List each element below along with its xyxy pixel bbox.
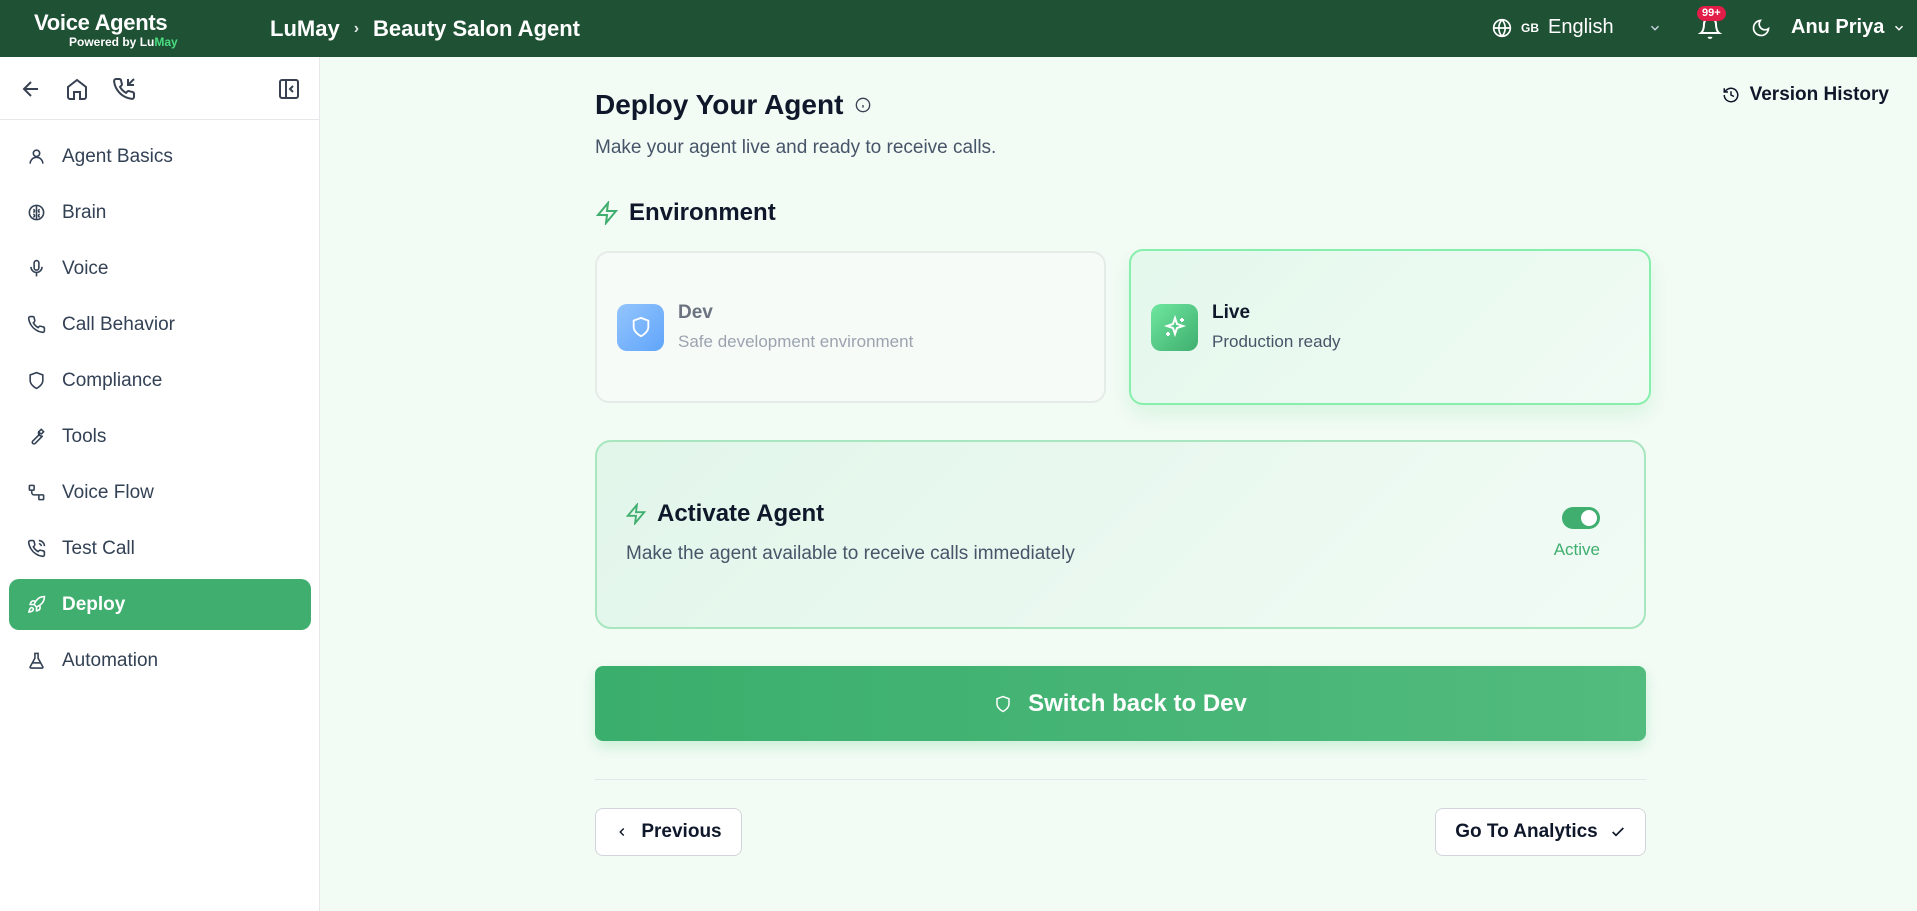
phone-incoming-icon[interactable] [112, 77, 136, 101]
shield-icon [996, 695, 1010, 712]
chevron-down-icon [1895, 25, 1904, 31]
sidebar-item-voice-flow[interactable]: Voice Flow [9, 467, 311, 518]
sidebar-item-deploy[interactable]: Deploy [9, 579, 311, 630]
phone-icon [27, 315, 46, 334]
dev-badge [617, 303, 664, 351]
sidebar-item-test-call[interactable]: Test Call [9, 523, 311, 574]
activate-toggle[interactable] [1562, 507, 1600, 529]
live-badge [1151, 303, 1198, 351]
lightning-icon [625, 503, 647, 525]
user-icon [29, 149, 44, 164]
sidebar-item-label: Deploy [62, 593, 126, 615]
app-logo[interactable]: Voice Agents Powered by LuMay [34, 10, 190, 49]
sidebar-item-label: Tools [62, 425, 107, 447]
breadcrumb-separator: › [353, 19, 360, 37]
info-icon[interactable] [855, 97, 871, 113]
language-name: English [1548, 16, 1614, 38]
breadcrumb: LuMay › Beauty Salon Agent [270, 0, 580, 57]
activate-title: Activate Agent [657, 500, 825, 527]
user-name: Anu Priya [1791, 16, 1885, 38]
top-bar: Voice Agents Powered by LuMay LuMay › Be… [0, 0, 1917, 57]
wrench-icon [31, 428, 45, 445]
switch-button-label: Switch back to Dev [1028, 689, 1247, 717]
home-icon[interactable] [65, 77, 89, 101]
sidebar-item-label: Compliance [62, 369, 163, 391]
version-history-label: Version History [1749, 84, 1889, 105]
sidebar-item-label: Automation [62, 649, 159, 671]
sidebar-item-tools[interactable]: Tools [9, 411, 311, 462]
sidebar-item-label: Agent Basics [62, 145, 173, 167]
brain-icon [28, 204, 45, 221]
sidebar-item-brain[interactable]: Brain [9, 187, 311, 238]
chevron-left-icon [619, 827, 625, 837]
sidebar-item-label: Test Call [62, 537, 135, 559]
sidebar-item-call-behavior[interactable]: Call Behavior [9, 299, 311, 350]
env-card-live[interactable]: Live Production ready [1129, 249, 1651, 405]
env-dev-name: Dev [678, 302, 713, 323]
page-title-text: Deploy Your Agent [595, 89, 844, 120]
chevron-down-icon [1650, 25, 1660, 31]
previous-button[interactable]: Previous [595, 808, 742, 856]
sidebar-item-label: Voice [62, 257, 109, 279]
sidebar-toolbar [0, 57, 319, 120]
language-code: GB [1521, 20, 1539, 35]
history-icon [1723, 87, 1739, 103]
env-live-desc: Production ready [1212, 332, 1341, 351]
page-title: Deploy Your Agent [595, 89, 871, 121]
env-live-name: Live [1212, 302, 1251, 323]
lightning-icon [595, 201, 619, 225]
logo-title: Voice Agents [34, 10, 168, 35]
next-label: Go To Analytics [1455, 821, 1598, 842]
logo-subtitle: Powered by LuMay [69, 35, 178, 49]
divider [595, 779, 1646, 780]
sidebar-item-label: Brain [62, 201, 107, 223]
sparkles-icon [1163, 315, 1186, 338]
sidebar: Agent Basics Brain Voice Call Behavior C… [0, 57, 320, 911]
switch-back-to-dev-button[interactable]: Switch back to Dev [595, 666, 1646, 741]
activate-heading: Activate Agent [625, 500, 824, 528]
sidebar-item-label: Voice Flow [62, 481, 154, 503]
sidebar-item-label: Call Behavior [62, 313, 175, 335]
sidebar-item-compliance[interactable]: Compliance [9, 355, 311, 406]
environment-title: Environment [629, 199, 776, 226]
activate-agent-card: Activate Agent Make the agent available … [595, 440, 1646, 629]
activate-status: Active [1553, 540, 1600, 559]
collapse-sidebar-icon[interactable] [277, 77, 301, 101]
sidebar-item-agent-basics[interactable]: Agent Basics [9, 131, 311, 182]
shield-icon [632, 316, 649, 338]
main-content: Deploy Your Agent Make your agent live a… [321, 57, 1917, 911]
user-menu[interactable]: Anu Priya [1791, 16, 1906, 39]
sidebar-item-voice[interactable]: Voice [9, 243, 311, 294]
language-selector[interactable]: GB English [1492, 16, 1672, 39]
environment-heading: Environment [595, 199, 776, 227]
shield-icon [29, 371, 44, 390]
flow-icon [28, 484, 45, 501]
phone-call-icon [27, 539, 46, 558]
go-to-analytics-button[interactable]: Go To Analytics [1435, 808, 1646, 856]
activate-description: Make the agent available to receive call… [626, 543, 1075, 564]
page-subtitle: Make your agent live and ready to receiv… [595, 137, 997, 158]
sidebar-nav: Agent Basics Brain Voice Call Behavior C… [0, 120, 319, 686]
notification-badge: 99+ [1697, 6, 1726, 21]
env-card-dev[interactable]: Dev Safe development environment [595, 251, 1106, 403]
previous-label: Previous [641, 821, 722, 842]
breadcrumb-agent: Beauty Salon Agent [373, 15, 581, 41]
back-arrow-icon[interactable] [19, 77, 43, 101]
flask-icon [29, 652, 44, 669]
version-history-button[interactable]: Version History [1722, 84, 1889, 106]
breadcrumb-org[interactable]: LuMay [270, 16, 340, 42]
check-icon [1611, 827, 1624, 837]
microphone-icon [30, 259, 43, 277]
sidebar-item-automation[interactable]: Automation [9, 635, 311, 686]
rocket-icon [28, 595, 46, 613]
moon-icon[interactable] [1751, 18, 1771, 38]
env-dev-desc: Safe development environment [678, 332, 914, 351]
globe-icon [1492, 18, 1512, 37]
